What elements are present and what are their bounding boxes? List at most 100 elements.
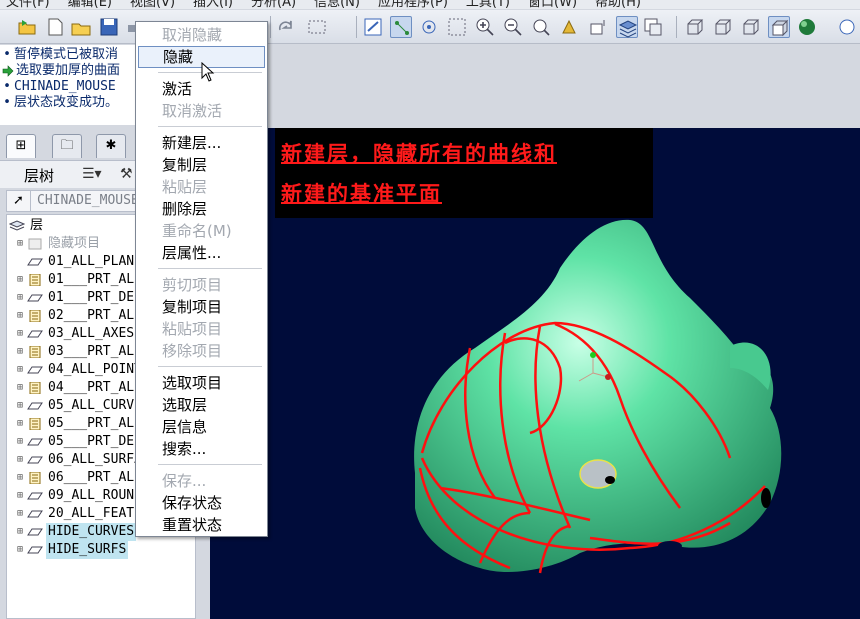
- active-model-field[interactable]: CHINADE_MOUSE: [37, 193, 139, 208]
- reorient-icon[interactable]: [558, 16, 580, 38]
- shading-icon[interactable]: [768, 16, 790, 38]
- new-file-icon[interactable]: [44, 16, 66, 38]
- saved-views-icon[interactable]: [588, 16, 610, 38]
- layer-item[interactable]: ⊞ 隐藏项目: [7, 235, 102, 253]
- context-menu-item[interactable]: 保存状态: [136, 492, 267, 514]
- open-icon[interactable]: [16, 16, 38, 38]
- expand-icon[interactable]: ⊞: [15, 325, 25, 343]
- refit-icon[interactable]: [530, 16, 552, 38]
- appearance-sphere-icon[interactable]: [796, 16, 818, 38]
- context-menu-item[interactable]: 选取层: [136, 394, 267, 416]
- context-menu-item[interactable]: 复制层: [136, 154, 267, 176]
- csys-axis-x: [605, 374, 611, 380]
- context-menu-item[interactable]: 删除层: [136, 198, 267, 220]
- expand-icon[interactable]: ⊞: [15, 451, 25, 469]
- layer-icon: [27, 546, 43, 554]
- layer-icon: [27, 258, 43, 266]
- expand-icon[interactable]: ⊞: [15, 289, 25, 307]
- folder-icon: 🗀: [60, 138, 74, 153]
- favorites-icon: ✱: [105, 138, 117, 153]
- hidden-line-icon[interactable]: [712, 16, 734, 38]
- annotation-caption: 新建层，隐藏所有的曲线和 新建的基准平面: [275, 128, 653, 218]
- select-arrow-icon[interactable]: ➚: [7, 191, 31, 211]
- layer-show-dropdown[interactable]: ☰▾: [82, 166, 102, 182]
- menu-item[interactable]: 工具(T): [466, 0, 510, 10]
- layer-item[interactable]: ⊞ 04_ALL_POINTS: [7, 361, 152, 379]
- redo-icon[interactable]: [274, 16, 296, 38]
- annotation-line: 新建层，隐藏所有的曲线和: [281, 141, 557, 166]
- layer-item[interactable]: ⊞ 09_ALL_ROUNDS: [7, 487, 152, 505]
- expand-icon[interactable]: ⊞: [15, 415, 25, 433]
- menu-item[interactable]: 信息(N): [314, 0, 360, 10]
- context-menu-item[interactable]: 选取项目: [136, 372, 267, 394]
- datum-points-icon[interactable]: [390, 16, 412, 38]
- menu-item[interactable]: 帮助(H): [595, 0, 641, 10]
- expand-icon[interactable]: ⊞: [15, 541, 25, 559]
- layer-item[interactable]: 01_ALL_PLANES: [7, 253, 152, 271]
- context-menu-item: 剪切项目: [162, 276, 223, 294]
- expand-icon[interactable]: ⊞: [15, 487, 25, 505]
- expand-icon[interactable]: ⊞: [15, 361, 25, 379]
- menu-separator: [158, 366, 262, 367]
- expand-icon[interactable]: ⊞: [15, 235, 25, 253]
- menu-item[interactable]: 插入(I): [193, 0, 233, 10]
- layer-tree-root[interactable]: 层: [7, 217, 45, 235]
- regenerate-icon[interactable]: [362, 16, 384, 38]
- tab-folder-browser[interactable]: 🗀: [52, 134, 82, 158]
- bullet-icon: •: [3, 95, 11, 110]
- menu-item[interactable]: 应用程序(P): [378, 0, 448, 10]
- context-menu-item[interactable]: 重置状态: [136, 514, 267, 536]
- layers-icon[interactable]: [616, 16, 638, 38]
- context-help-icon[interactable]: [836, 16, 858, 38]
- layer-label: 03_ALL_AXES: [48, 326, 135, 341]
- expand-icon[interactable]: ⊞: [15, 343, 25, 361]
- eye-pupil: [605, 476, 615, 484]
- layer-item[interactable]: ⊞ 05_ALL_CURVES: [7, 397, 152, 415]
- context-menu-item: 取消激活: [162, 102, 223, 120]
- context-menu-item[interactable]: 搜索...: [136, 438, 267, 460]
- no-hidden-icon[interactable]: [740, 16, 762, 38]
- menu-item[interactable]: 编辑(E): [68, 0, 112, 10]
- layers-icon: [9, 220, 25, 231]
- expand-icon[interactable]: ⊞: [15, 433, 25, 451]
- expand-icon[interactable]: ⊞: [15, 397, 25, 415]
- menu-item[interactable]: 视图(V): [130, 0, 175, 10]
- wireframe-icon[interactable]: [684, 16, 706, 38]
- rule-layer-icon: [29, 472, 41, 484]
- context-menu-item[interactable]: 复制项目: [136, 296, 267, 318]
- expand-icon[interactable]: ⊞: [15, 469, 25, 487]
- graphics-window[interactable]: 新建层，隐藏所有的曲线和 新建的基准平面: [210, 128, 860, 619]
- select-box-icon[interactable]: [306, 16, 328, 38]
- menu-item[interactable]: 分析(A): [251, 0, 296, 10]
- rule-layer-icon: [29, 346, 41, 358]
- menu-item[interactable]: 窗口(W): [528, 0, 577, 10]
- menu-separator: [158, 464, 262, 465]
- layer-item[interactable]: ⊞ HIDE_SURFS: [7, 541, 129, 559]
- context-menu-item[interactable]: 层属性...: [136, 242, 267, 264]
- spin-center-icon[interactable]: [418, 16, 440, 38]
- context-menu-item[interactable]: 层信息: [136, 416, 267, 438]
- layer-label: HIDE_CURVES: [46, 523, 137, 541]
- context-menu-item[interactable]: 新建层...: [136, 132, 267, 154]
- layer-icon: [27, 330, 43, 338]
- expand-icon[interactable]: ⊞: [15, 307, 25, 325]
- view-manager-icon[interactable]: [642, 16, 664, 38]
- expand-icon[interactable]: ⊞: [15, 523, 25, 541]
- layer-item[interactable]: ⊞ HIDE_CURVES: [7, 523, 137, 541]
- settings-icon[interactable]: ⚒: [120, 166, 133, 182]
- rule-layer-icon: [29, 418, 41, 430]
- expand-icon[interactable]: ⊞: [15, 271, 25, 289]
- menu-item[interactable]: 文件(F): [6, 0, 50, 10]
- save-icon[interactable]: [98, 16, 120, 38]
- expand-icon[interactable]: ⊞: [15, 379, 25, 397]
- tab-model-tree[interactable]: ⊞: [6, 134, 36, 158]
- expand-icon[interactable]: ⊞: [15, 505, 25, 523]
- layer-item[interactable]: ⊞ 03_ALL_AXES: [7, 325, 136, 343]
- context-menu-item: 粘贴项目: [162, 320, 223, 338]
- folder-open-icon[interactable]: [70, 16, 92, 38]
- zoom-in-icon[interactable]: [474, 16, 496, 38]
- zoom-out-icon[interactable]: [502, 16, 524, 38]
- tab-favorites[interactable]: ✱: [96, 134, 126, 158]
- zoom-window-icon[interactable]: [446, 16, 468, 38]
- layer-icon: [27, 366, 43, 374]
